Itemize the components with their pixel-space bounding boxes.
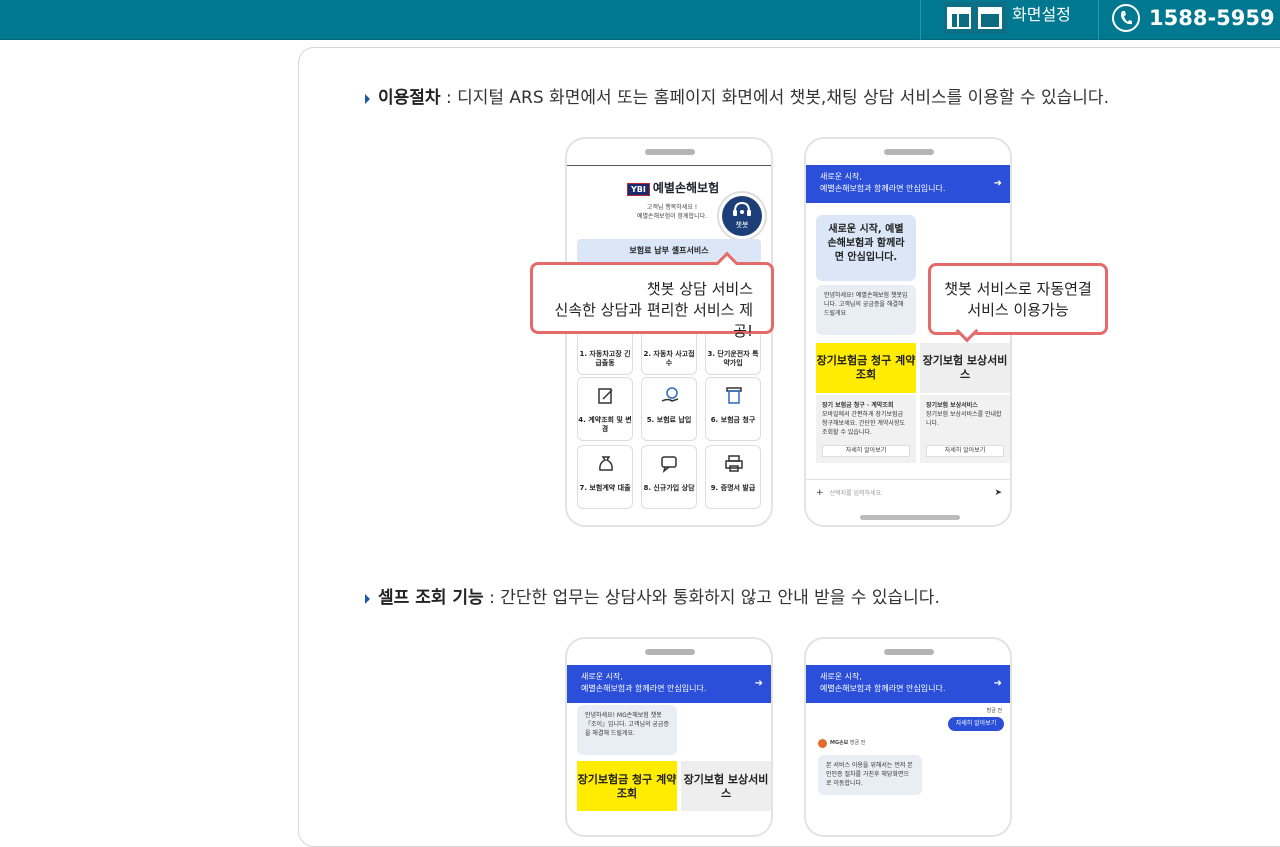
auto-connect-callout: 챗봇 서비스로 자동연결 서비스 이용가능 xyxy=(928,263,1108,343)
plus-icon[interactable]: + xyxy=(816,488,824,498)
document-edit-icon xyxy=(598,388,613,404)
chatbot-callout: 챗봇 상담 서비스 신속한 상담과 편리한 서비스 제공! xyxy=(530,251,774,340)
layout-toggle xyxy=(943,2,1007,34)
chat-header-line2: 예별손해보험과 함께라면 안심입니다. xyxy=(581,684,707,693)
phone-notch xyxy=(645,149,695,155)
menu-tile-8[interactable]: 8. 신규가입 상담 xyxy=(641,445,697,509)
bot-time: 방금 전 xyxy=(849,740,866,746)
chatbot-label: 챗봇 xyxy=(735,221,749,229)
card1-title: 장기 보험금 청구 · 계약조회 xyxy=(822,402,894,409)
chat-header: 새로운 시작, 예별손해보험과 함께라면 안심입니다. ➜ xyxy=(806,165,1010,203)
phone-number[interactable]: 1588-5959 xyxy=(1149,4,1275,32)
chat-header-line1: 새로운 시작, xyxy=(581,672,623,681)
chat-header: 새로운 시작, 예별손해보험과 함께라면 안심입니다. ➜ xyxy=(806,665,1010,703)
compensation-info-card: 장기보험 보상서비스 장기보험 보상서비스를 안내합니다. 자세히 알아보기 xyxy=(920,395,1010,463)
logo-mark-icon: YBI xyxy=(627,183,650,196)
chat-icon xyxy=(661,456,677,473)
tile-label: 6. 보험금 청구 xyxy=(710,416,756,424)
phone-mockup-verification: 새로운 시작, 예별손해보험과 함께라면 안심입니다. ➜ 방금 전 자세히 알… xyxy=(804,637,1012,837)
content-panel xyxy=(298,47,1280,847)
screen-settings-label[interactable]: 화면설정 xyxy=(1012,5,1071,25)
callout1-line1: 챗봇 상담 서비스 xyxy=(646,280,753,298)
divider xyxy=(920,0,921,40)
bot-name-line: MG손보 방금 전 xyxy=(830,739,900,748)
home-indicator xyxy=(860,515,960,520)
section2-text: 셀프 조회 기능 : 간단한 업무는 상담사와 통화하지 않고 안내 받을 수 … xyxy=(378,587,940,609)
user-bubble: 자세히 알아보기 xyxy=(948,717,1004,731)
section2-description: : 간단한 업무는 상담사와 통화하지 않고 안내 받을 수 있습니다. xyxy=(483,588,940,608)
phone-notch xyxy=(884,649,934,655)
printer-icon xyxy=(725,455,743,472)
chatbot-button[interactable]: 챗봇 xyxy=(717,191,767,241)
menu-tile-5[interactable]: 5. 보험료 납입 xyxy=(641,377,697,441)
section1-text: 이용절차 : 디지털 ARS 화면에서 또는 홈페이지 화면에서 챗봇,채팅 상… xyxy=(378,87,1109,109)
section2-title: 셀프 조회 기능 xyxy=(378,588,484,608)
chat-header-line1: 새로운 시작, xyxy=(820,172,862,181)
layout-full-icon[interactable] xyxy=(978,7,1002,29)
section1-title: 이용절차 xyxy=(378,88,441,108)
card2-text: 장기보험 보상서비스를 안내합니다. xyxy=(926,411,1002,427)
layout-wide-icon[interactable] xyxy=(947,7,971,29)
greeting-bubble: 안녕하세요! 예별손해보험 챗봇입니다. 고객님의 궁금증을 해결해 드릴게요 xyxy=(816,285,916,335)
claim-info-card: 장기 보험금 청구 · 계약조회 모바일에서 간편하게 장기보험금 청구해보세요… xyxy=(816,395,916,463)
chat-input[interactable]: + 선택지를 입력하세요. ➤ xyxy=(806,479,1010,505)
phone-icon xyxy=(1112,4,1140,32)
tile-label: 8. 신규가입 상담 xyxy=(643,484,695,492)
tile-label: 1. 자동차고장 긴급출동 xyxy=(579,350,631,367)
bot-avatar xyxy=(818,739,827,748)
tile-label: 4. 계약조회 및 변경 xyxy=(578,416,632,433)
chat-input-placeholder: 선택지를 입력하세요. xyxy=(829,490,884,497)
callout1-line2: 신속한 상담과 편리한 서비스 제공! xyxy=(554,301,753,340)
top-bar: 화면설정 1588-5959 xyxy=(0,0,1280,40)
greeting-bubble: 안녕하세요! MG손해보험 챗봇 『조이』입니다. 고객님의 궁금증을 해결해 … xyxy=(577,705,677,755)
learn-more-button[interactable]: 자세히 알아보기 xyxy=(822,445,910,457)
money-bag-icon xyxy=(599,456,613,471)
phone-mockup-self-service: 새로운 시작, 예별손해보험과 함께라면 안심입니다. ➜ 안녕하세요! MG손… xyxy=(565,637,773,837)
coin-hand-icon xyxy=(661,387,679,402)
compensation-card[interactable]: 장기보험 보상서비스 xyxy=(681,761,771,811)
send-icon[interactable]: ➤ xyxy=(994,480,1002,506)
tile-label: 3. 단기운전자 특약가입 xyxy=(707,350,759,367)
headset-icon xyxy=(733,201,751,216)
tile-label: 9. 증명서 발급 xyxy=(710,484,756,492)
menu-tile-4[interactable]: 4. 계약조회 및 변경 xyxy=(577,377,633,441)
chat-header-line2: 예별손해보험과 함께라면 안심입니다. xyxy=(820,184,946,193)
bot-name: MG손보 xyxy=(830,740,849,746)
divider xyxy=(567,165,771,166)
chatbot-badge: 챗봇 xyxy=(722,196,762,236)
chat-header-line2: 예별손해보험과 함께라면 안심입니다. xyxy=(820,684,946,693)
bullet-icon xyxy=(365,594,370,604)
tile-label: 5. 보험료 납입 xyxy=(646,416,692,424)
chat-header-line1: 새로운 시작, xyxy=(820,672,862,681)
phone-notch xyxy=(884,149,934,155)
claim-card[interactable]: 장기보험금 청구 계약 조회 xyxy=(577,761,677,811)
chat-header: 새로운 시작, 예별손해보험과 함께라면 안심입니다. ➜ xyxy=(567,665,771,703)
learn-more-button[interactable]: 자세히 알아보기 xyxy=(926,445,1004,457)
callout2-line1: 챗봇 서비스로 자동연결 xyxy=(944,280,1092,298)
tile-label: 7. 보험계약 대출 xyxy=(579,484,631,492)
welcome-bubble: 새로운 시작, 예별손해보험과 함께라면 안심입니다. xyxy=(816,215,916,281)
card2-title: 장기보험 보상서비스 xyxy=(926,402,978,409)
logo: YBI 예별손해보험 xyxy=(627,179,719,196)
receipt-icon xyxy=(726,387,742,404)
menu-tile-7[interactable]: 7. 보험계약 대출 xyxy=(577,445,633,509)
bot-bubble: 본 서비스 이용을 위해서는 먼저 본인인증 절차를 거친후 해당화면으로 이동… xyxy=(818,755,922,795)
menu-tile-6[interactable]: 6. 보험금 청구 xyxy=(705,377,761,441)
timestamp: 방금 전 xyxy=(986,708,1002,714)
tile-label: 2. 자동차 사고접수 xyxy=(643,350,695,367)
phone-notch xyxy=(645,649,695,655)
menu-tile-9[interactable]: 9. 증명서 발급 xyxy=(705,445,761,509)
card1-text: 모바일에서 간편하게 장기보험금 청구해보세요. 간단한 계약사항도 조회할 수… xyxy=(822,411,906,436)
compensation-card[interactable]: 장기보험 보상서비스 xyxy=(920,343,1010,393)
exit-icon[interactable]: ➜ xyxy=(994,678,1002,690)
logo-text: 예별손해보험 xyxy=(652,181,720,195)
section1-description: : 디지털 ARS 화면에서 또는 홈페이지 화면에서 챗봇,채팅 상담 서비스… xyxy=(440,88,1109,108)
bullet-icon xyxy=(365,94,370,104)
callout2-line2: 서비스 이용가능 xyxy=(967,301,1069,319)
exit-icon[interactable]: ➜ xyxy=(755,678,763,690)
claim-card[interactable]: 장기보험금 청구 계약 조회 xyxy=(816,343,916,393)
exit-icon[interactable]: ➜ xyxy=(994,178,1002,190)
divider xyxy=(1098,0,1099,40)
